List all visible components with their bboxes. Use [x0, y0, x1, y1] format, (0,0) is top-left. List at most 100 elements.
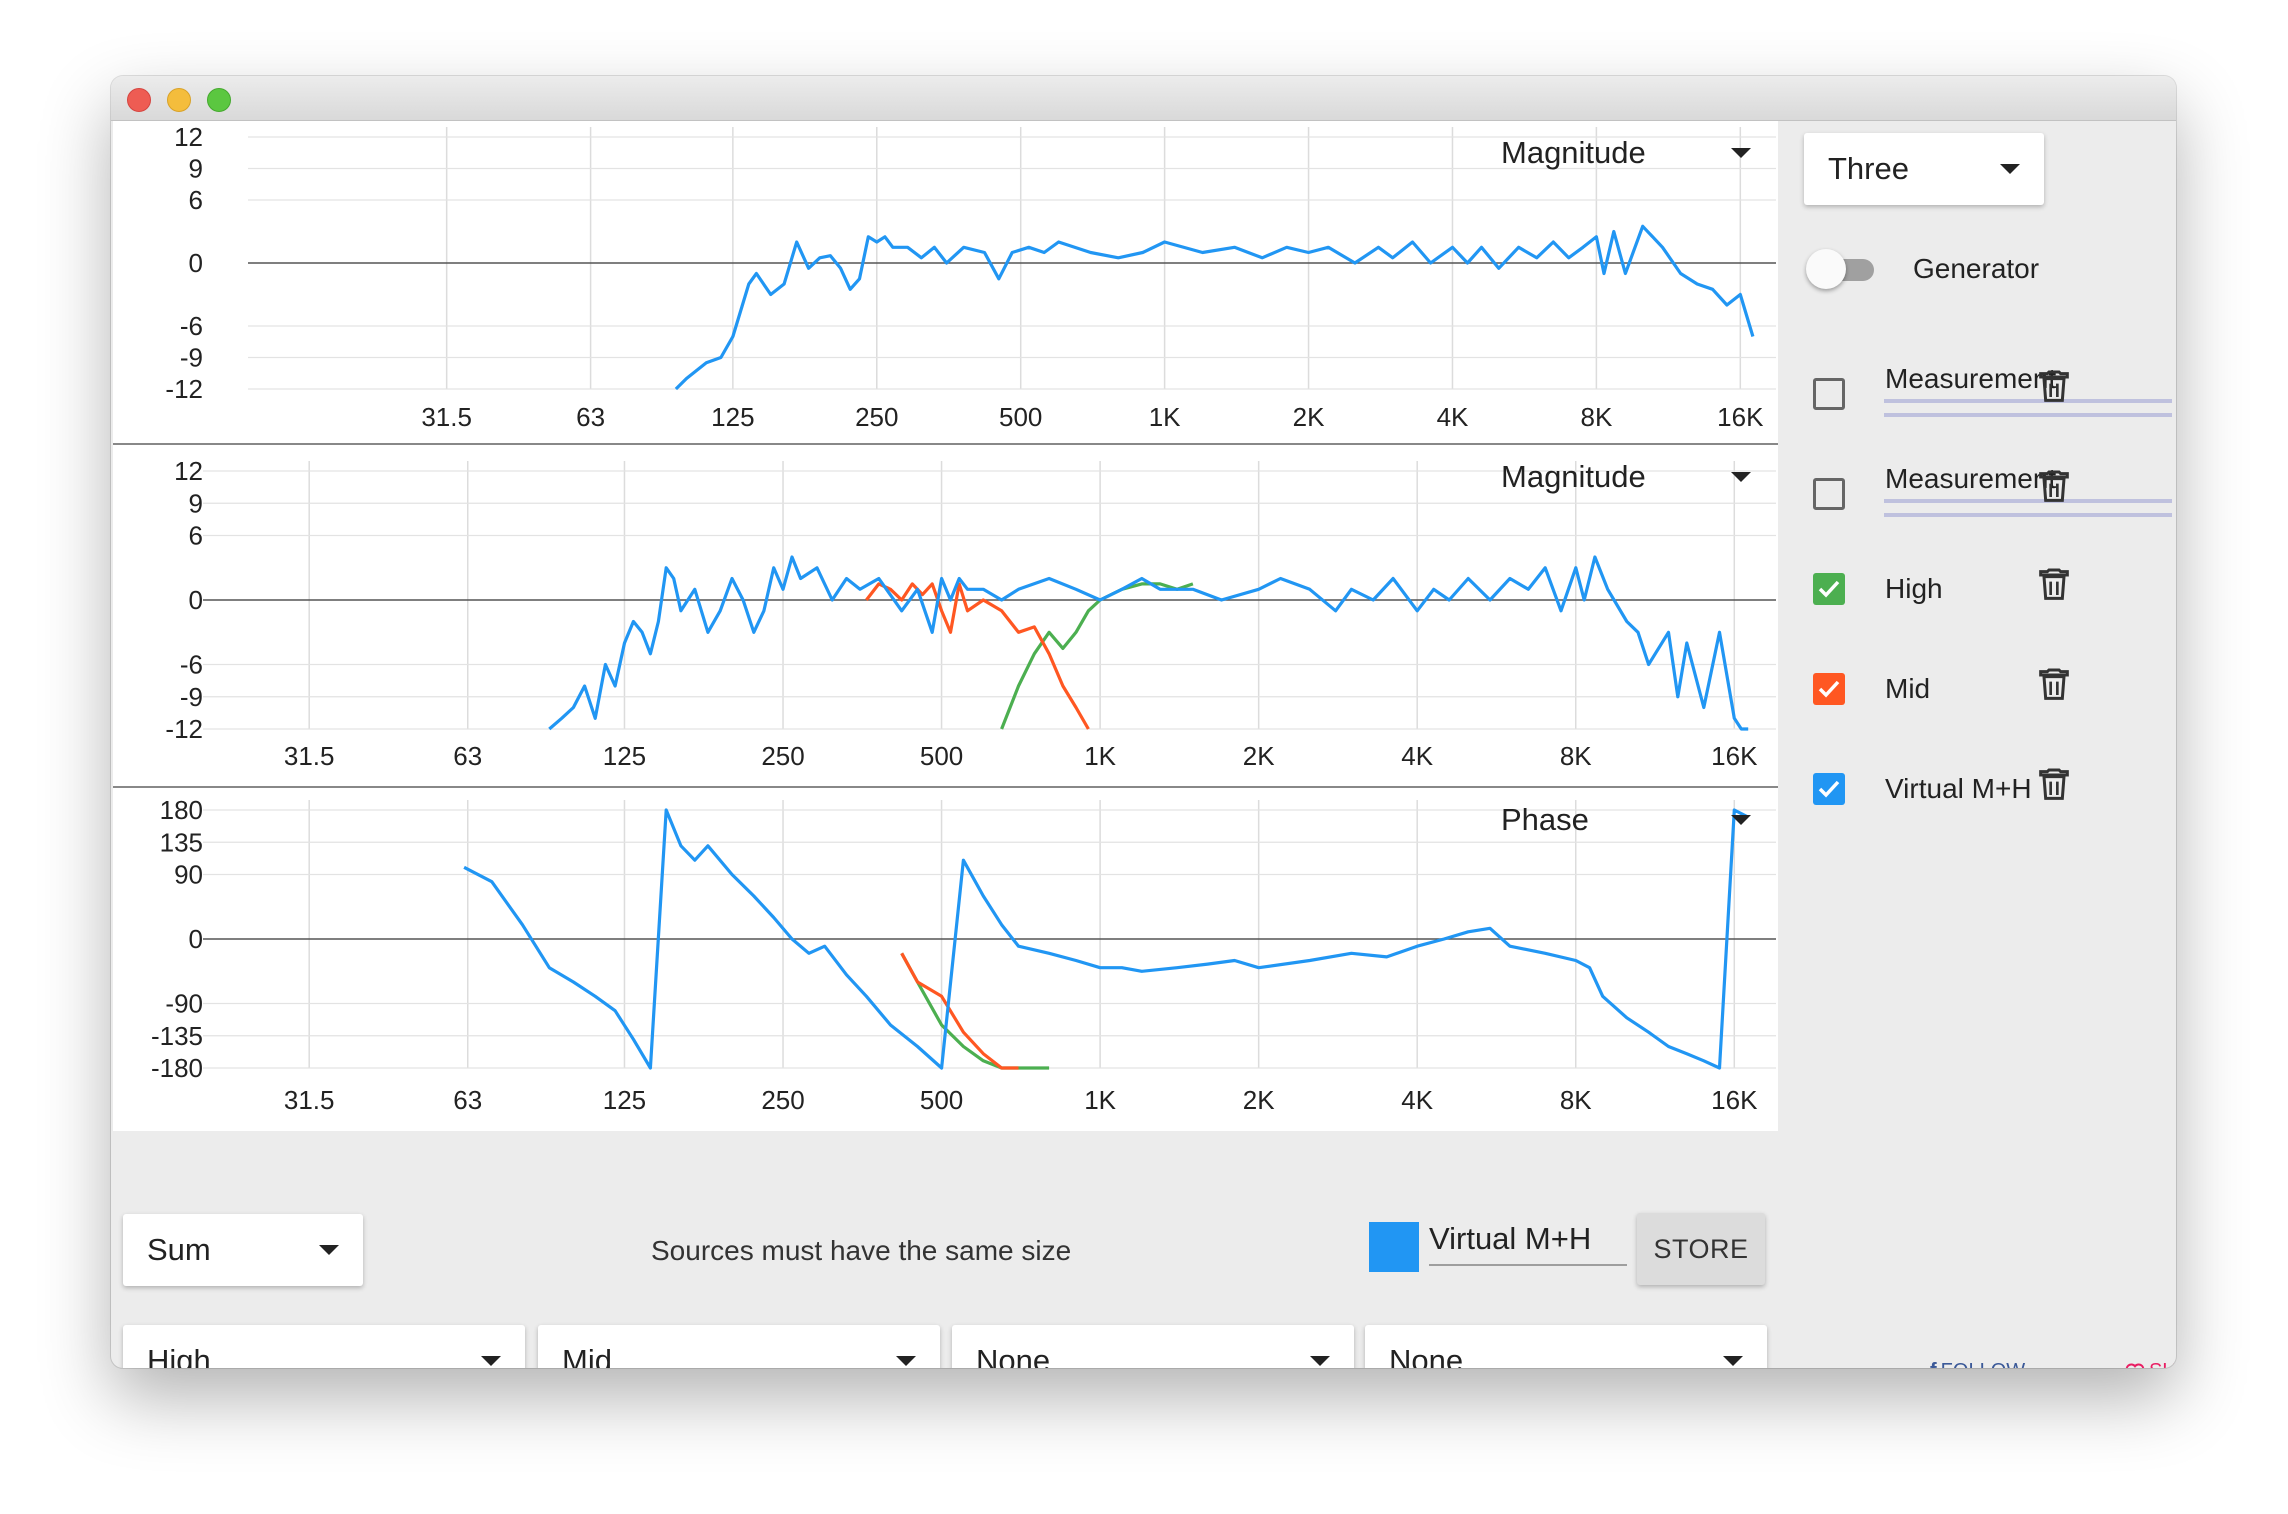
close-window-button[interactable] [127, 88, 151, 112]
store-button[interactable]: STORE [1637, 1213, 1765, 1285]
delete-measurement-button[interactable] [2034, 367, 2074, 407]
support-label: SUPPORT [2149, 1360, 2176, 1368]
trash-icon [2039, 668, 2069, 700]
y-axis-tick-label: -9 [180, 343, 203, 373]
trash-icon [2039, 370, 2069, 402]
delete-measurement-button[interactable] [2034, 765, 2074, 805]
measurement-name-underline [1884, 413, 2172, 417]
x-axis-tick-label: 2K [1293, 402, 1325, 432]
x-axis-tick-label: 31.5 [284, 1085, 335, 1115]
toggle-thumb [1806, 249, 1846, 289]
hint-text: Sources must have the same size [651, 1235, 1072, 1266]
sidebar: Three Generator Measurement Measurement Hi… [1780, 121, 2176, 1368]
y-axis-tick-label: 6 [189, 185, 203, 215]
source-select-3[interactable]: None [952, 1325, 1354, 1368]
color-swatch[interactable] [1369, 1222, 1419, 1272]
measurement-row: Mid [1780, 643, 2176, 723]
generator-label: Generator [1913, 253, 2040, 284]
operation-select[interactable]: Sum [123, 1214, 363, 1286]
checkmark-icon [1818, 580, 1840, 598]
x-axis-tick-label: 8K [1560, 741, 1592, 771]
chart-type-select-2[interactable]: Magnitude [1501, 457, 1751, 497]
y-axis-tick-label: -90 [165, 989, 203, 1019]
trash-icon [2039, 470, 2069, 502]
y-axis-tick-label: 0 [189, 924, 203, 954]
support-link[interactable]: SUPPORT [2125, 1360, 2176, 1368]
x-axis-tick-label: 16K [1711, 1085, 1758, 1115]
chevron-down-icon [319, 1245, 339, 1255]
minimize-window-button[interactable] [167, 88, 191, 112]
follow-label: FOLLOW [1941, 1360, 2025, 1368]
y-axis-tick-label: 12 [174, 456, 203, 486]
bottom-controls: Sum Sources must have the same size STOR… [111, 1131, 1780, 1368]
series-line-high [1000, 582, 1194, 730]
delete-measurement-button[interactable] [2034, 467, 2074, 507]
source-select-2[interactable]: Mid [538, 1325, 940, 1368]
chevron-down-icon [1731, 148, 1751, 158]
x-axis-tick-label: 250 [761, 1085, 804, 1115]
series-line-response [674, 224, 1755, 391]
delete-measurement-button[interactable] [2034, 565, 2074, 605]
charts-area: 31.5 63 125 250 500 1K 2K 4K 8K 16K 12 9 6 0 -6 -9 -12 M… [113, 121, 1778, 1131]
source-select-4[interactable]: None [1365, 1325, 1767, 1368]
x-axis-tick-label: 250 [761, 741, 804, 771]
y-axis-tick-label: 12 [174, 122, 203, 152]
measurement-checkbox[interactable] [1813, 773, 1845, 805]
view-select-value: Three [1828, 151, 1909, 186]
delete-measurement-button[interactable] [2034, 665, 2074, 705]
measurement-checkbox[interactable] [1813, 478, 1845, 510]
y-axis-tick-label: -9 [180, 682, 203, 712]
measurement-checkbox[interactable] [1813, 673, 1845, 705]
source-select-1[interactable]: High [123, 1325, 525, 1368]
chart-panel-2: 31.5 63 125 250 500 1K 2K 4K 8K 16K 12 9 6 0 -6 -9 -12 M… [113, 445, 1778, 788]
x-axis-tick-label: 4K [1401, 741, 1433, 771]
zoom-window-button[interactable] [207, 88, 231, 112]
x-axis-tick-label: 500 [920, 1085, 963, 1115]
measurement-row: High [1780, 543, 2176, 623]
chart-type-value: Magnitude [1501, 459, 1646, 494]
x-axis-tick-label: 500 [999, 402, 1042, 432]
x-axis-tick-label: 16K [1711, 741, 1758, 771]
chart-panel-1: 31.5 63 125 250 500 1K 2K 4K 8K 16K 12 9 6 0 -6 -9 -12 M… [113, 121, 1778, 445]
chart-type-value: Phase [1501, 802, 1589, 837]
measurement-checkbox[interactable] [1813, 573, 1845, 605]
generator-toggle[interactable] [1806, 249, 1882, 289]
measurement-name-underline [1884, 499, 2172, 503]
chevron-down-icon [896, 1356, 916, 1366]
y-axis-tick-label: -135 [151, 1021, 203, 1051]
chart-type-select-1[interactable]: Magnitude [1501, 133, 1751, 173]
measurement-row: Virtual M+H [1780, 743, 2176, 823]
heart-icon [2125, 1363, 2145, 1368]
source-select-value: Mid [562, 1343, 612, 1368]
follow-link[interactable]: f FOLLOW [1930, 1360, 2025, 1368]
measurement-label: Mid [1885, 673, 1931, 704]
trash-icon [2039, 768, 2069, 800]
y-axis-tick-label: 9 [189, 488, 203, 518]
x-axis-tick-label: 500 [920, 741, 963, 771]
virtual-name-input[interactable] [1429, 1214, 1627, 1266]
x-axis-tick-label: 125 [711, 402, 754, 432]
view-select[interactable]: Three [1804, 133, 2044, 205]
source-select-value: None [1389, 1343, 1464, 1368]
chevron-down-icon [1723, 1356, 1743, 1366]
y-axis-tick-label: 6 [189, 521, 203, 551]
x-axis-tick-label: 8K [1560, 1085, 1592, 1115]
y-axis-tick-label: -12 [165, 374, 203, 404]
chart-panel-3: 31.5 63 125 250 500 1K 2K 4K 8K 16K 180 135 90 0 -90 -1… [113, 788, 1778, 1131]
measurement-name-underline [1884, 513, 2172, 517]
trash-icon [2039, 568, 2069, 600]
title-bar [111, 76, 2176, 121]
y-axis-tick-label: -6 [180, 650, 203, 680]
x-axis-tick-label: 63 [453, 1085, 482, 1115]
x-axis-tick-label: 4K [1437, 402, 1469, 432]
chevron-down-icon [1310, 1356, 1330, 1366]
measurement-checkbox[interactable] [1813, 378, 1845, 410]
source-select-value: High [147, 1343, 211, 1368]
x-axis-tick-label: 63 [453, 741, 482, 771]
source-select-value: None [976, 1343, 1051, 1368]
chevron-down-icon [2000, 164, 2020, 174]
x-axis-tick-label: 1K [1084, 741, 1116, 771]
series-line-virtual-m-h [548, 555, 1749, 731]
chart-type-select-3[interactable]: Phase [1501, 800, 1751, 840]
y-axis-tick-label: -180 [151, 1053, 203, 1083]
